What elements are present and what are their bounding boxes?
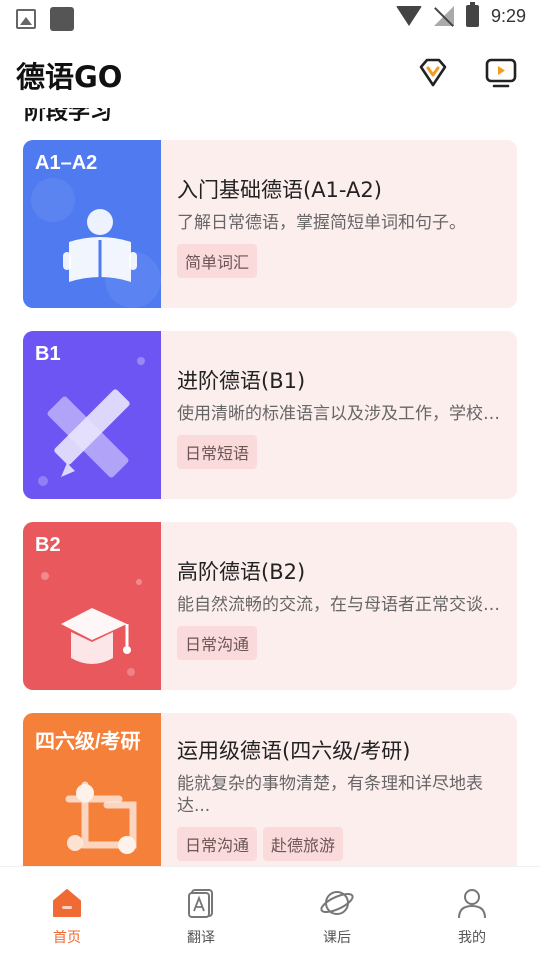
nav-label: 翻译: [187, 930, 215, 946]
pencil-ruler-icon: [47, 389, 130, 478]
course-list[interactable]: 阶段学习 A1–A2 入门基础德语(A1-A2) 了解日常德语，掌握简短单词和句…: [0, 108, 540, 866]
course-title: 入门基础德语(A1-A2): [177, 178, 382, 202]
course-card-a1-a2[interactable]: A1–A2 入门基础德语(A1-A2) 了解日常德语，掌握简短单词和句子。 简单…: [23, 140, 517, 308]
wifi-icon: [395, 6, 422, 26]
app-header: 德语GO: [0, 36, 540, 108]
course-chip: 日常短语: [177, 435, 258, 469]
course-image-exam: 四六级/考研: [23, 713, 161, 866]
bottom-navigation: 首页 翻译 课后 我的: [0, 866, 540, 960]
course-description: 能就复杂的事物清楚，有条理和详尽地表达...: [177, 774, 483, 816]
course-image-b1: B1: [23, 331, 161, 499]
section-title: 阶段学习: [24, 108, 113, 125]
graduation-cap-icon: [61, 608, 131, 664]
course-chip: 日常沟通: [177, 626, 258, 660]
nav-label: 首页: [53, 930, 81, 946]
no-signal-icon: [433, 6, 454, 26]
video-button[interactable]: [484, 56, 518, 90]
nav-label: 课后: [323, 930, 351, 946]
course-description: 使用清晰的标准语言以及涉及工作，学校…: [177, 404, 500, 424]
course-chip: 简单词汇: [177, 244, 258, 278]
app-title: 德语GO: [16, 60, 123, 94]
home-icon: [53, 889, 81, 917]
reading-person-icon: [63, 209, 137, 282]
course-description: 了解日常德语，掌握简短单词和句子。: [177, 213, 466, 233]
course-title: 进阶德语(B1): [177, 369, 306, 393]
course-card-b2[interactable]: B2 高阶德语(B2) 能自然流畅的交流，在与母语者正常交谈… 日常沟通: [23, 522, 517, 690]
nav-tab-translate[interactable]: 翻译: [161, 885, 241, 947]
course-chip: 赴德旅游: [263, 827, 344, 861]
course-level-tag: A1–A2: [35, 152, 98, 174]
planet-icon: [320, 891, 354, 915]
status-bar: 9:29: [0, 0, 540, 36]
course-image-a1-a2: A1–A2: [23, 140, 161, 308]
course-card-b1[interactable]: B1 进阶德语(B1) 使用清晰的标准语言以及涉及工作，学校… 日常短语: [23, 331, 517, 499]
user-icon: [458, 889, 486, 919]
nav-tab-me[interactable]: 我的: [432, 885, 512, 947]
nav-tab-after-class[interactable]: 课后: [297, 885, 377, 947]
course-chip: 日常沟通: [177, 827, 258, 861]
course-title: 高阶德语(B2): [177, 560, 306, 584]
diagram-nodes-icon: [65, 781, 137, 854]
translate-icon: [188, 889, 213, 918]
status-time: 9:29: [490, 5, 526, 26]
course-image-b2: B2: [23, 522, 161, 690]
course-level-tag: 四六级/考研: [35, 731, 141, 753]
app-notification-icon: [50, 7, 74, 31]
course-title: 运用级德语(四六级/考研): [177, 739, 411, 763]
nav-tab-home[interactable]: 首页: [27, 885, 107, 947]
nav-label: 我的: [458, 930, 486, 946]
battery-icon: [465, 2, 479, 27]
vip-button[interactable]: [416, 56, 450, 90]
course-description: 能自然流畅的交流，在与母语者正常交谈…: [177, 595, 500, 615]
course-level-tag: B1: [35, 343, 61, 365]
video-play-icon: [485, 58, 517, 88]
image-notification-icon: [16, 9, 36, 29]
course-card-exam[interactable]: 四六级/考研 运用级德语(四六级/考研) 能就复杂的事物清楚，有条理和详尽地表达…: [23, 713, 517, 866]
course-level-tag: B2: [35, 534, 61, 556]
vip-diamond-icon: [419, 58, 447, 87]
